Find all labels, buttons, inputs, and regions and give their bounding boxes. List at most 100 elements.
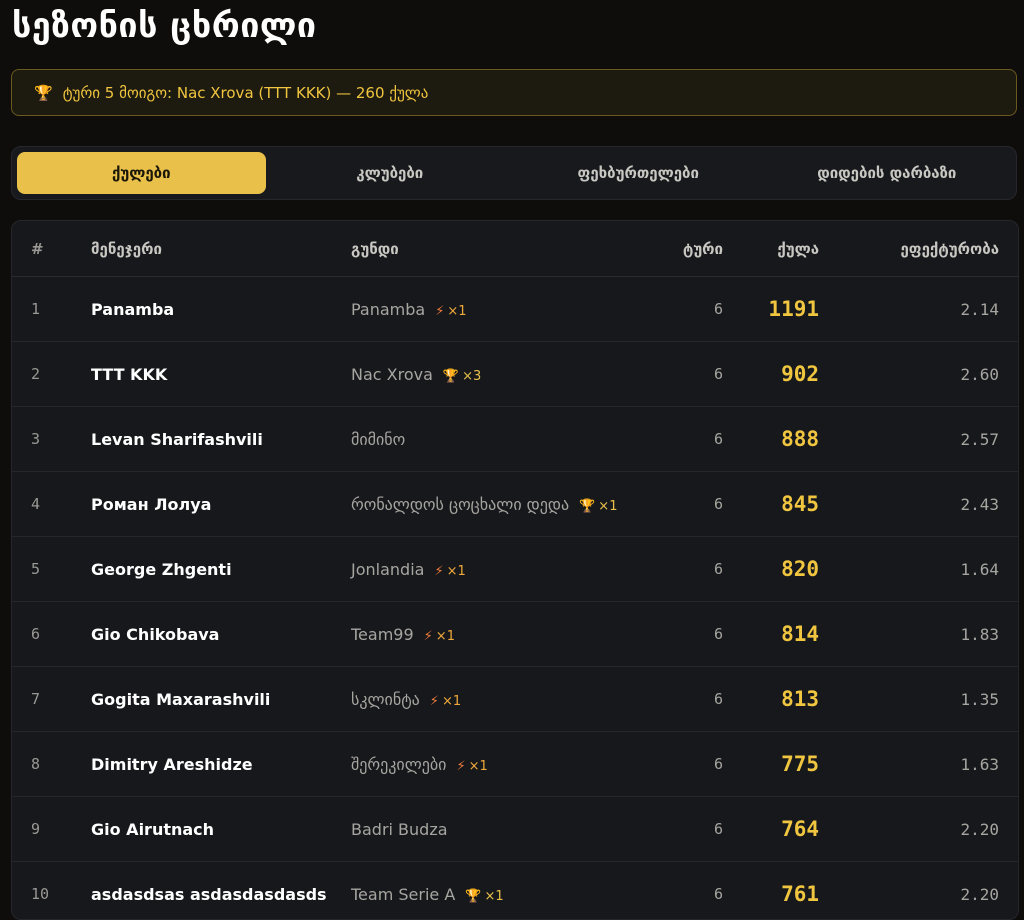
efficiency-cell: 1.64: [820, 537, 1018, 602]
header-efficiency[interactable]: ეფექტურობა: [820, 221, 1018, 277]
rank-cell: 1: [12, 277, 90, 342]
efficiency-cell: 2.14: [820, 277, 1018, 342]
header-manager[interactable]: მენეჯერი: [90, 221, 350, 277]
header-rank[interactable]: #: [12, 221, 90, 277]
tab-players[interactable]: ფეხბურთელები: [514, 152, 763, 194]
team-cell[interactable]: Team Serie A🏆×1: [350, 862, 642, 920]
manager-cell[interactable]: Gio Chikobava: [90, 602, 350, 667]
table-row[interactable]: 7Gogita Maxarashviliსკლინტა⚡×168131.35: [12, 667, 1018, 732]
tab-clubs[interactable]: კლუბები: [266, 152, 515, 194]
table-row[interactable]: 3Levan Sharifashviliმიმინო68882.57: [12, 407, 1018, 472]
round-winner-banner: 🏆 ტური 5 მოიგო: Nac Xrova (TTT KKK) — 26…: [11, 69, 1017, 116]
manager-cell[interactable]: Gio Airutnach: [90, 797, 350, 862]
team-award-badge: 🏆×1: [579, 499, 617, 514]
tour-cell: 6: [642, 277, 724, 342]
team-cell[interactable]: რონალდოს ცოცხალი დედა 🏆×1: [350, 472, 642, 537]
points-cell: 902: [724, 342, 820, 407]
standings-table: # მენეჯერი გუნდი ტური ქულა ეფექტურობა 1P…: [11, 220, 1019, 920]
team-cell[interactable]: სკლინტა⚡×1: [350, 667, 642, 732]
bolt-icon: ⚡: [434, 564, 443, 579]
team-name: Badri Budza: [351, 820, 448, 839]
efficiency-cell: 2.20: [820, 797, 1018, 862]
manager-cell[interactable]: George Zhgenti: [90, 537, 350, 602]
team-award-badge: 🏆×3: [443, 369, 481, 384]
team-award-badge: ⚡×1: [435, 304, 466, 319]
table-row[interactable]: 5George ZhgentiJonlandia⚡×168201.64: [12, 537, 1018, 602]
points-cell: 814: [724, 602, 820, 667]
tour-cell: 6: [642, 472, 724, 537]
manager-cell[interactable]: asdasdsas asdasdasdasds: [90, 862, 350, 920]
bolt-icon: ⚡: [435, 304, 444, 319]
team-award-badge: 🏆×1: [465, 889, 503, 904]
team-cell[interactable]: Badri Budza: [350, 797, 642, 862]
points-cell: 1191: [724, 277, 820, 342]
rank-cell: 3: [12, 407, 90, 472]
team-cell[interactable]: შერეკილები⚡×1: [350, 732, 642, 797]
bolt-icon: ⚡: [424, 629, 433, 644]
points-cell: 845: [724, 472, 820, 537]
points-cell: 761: [724, 862, 820, 920]
tour-cell: 6: [642, 797, 724, 862]
trophy-icon: 🏆: [443, 369, 459, 384]
team-cell[interactable]: Team99⚡×1: [350, 602, 642, 667]
efficiency-cell: 2.20: [820, 862, 1018, 920]
header-team[interactable]: გუნდი: [350, 221, 642, 277]
rank-cell: 4: [12, 472, 90, 537]
trophy-icon: 🏆: [579, 499, 595, 514]
manager-cell[interactable]: Panamba: [90, 277, 350, 342]
badge-count: ×1: [447, 304, 466, 319]
badge-count: ×1: [447, 564, 466, 579]
efficiency-cell: 2.43: [820, 472, 1018, 537]
team-cell[interactable]: Panamba ⚡×1: [350, 277, 642, 342]
team-name: Panamba: [351, 300, 425, 319]
manager-cell[interactable]: Dimitry Areshidze: [90, 732, 350, 797]
team-cell[interactable]: Jonlandia⚡×1: [350, 537, 642, 602]
bolt-icon: ⚡: [430, 694, 439, 709]
manager-cell[interactable]: Gogita Maxarashvili: [90, 667, 350, 732]
tour-cell: 6: [642, 602, 724, 667]
team-cell[interactable]: Nac Xrova 🏆×3: [350, 342, 642, 407]
team-name: Nac Xrova: [351, 365, 433, 384]
efficiency-cell: 1.63: [820, 732, 1018, 797]
team-award-badge: ⚡×1: [430, 694, 461, 709]
rank-cell: 6: [12, 602, 90, 667]
table-row[interactable]: 6Gio ChikobavaTeam99⚡×168141.83: [12, 602, 1018, 667]
team-name: შერეკილები: [351, 755, 446, 774]
manager-cell[interactable]: Levan Sharifashvili: [90, 407, 350, 472]
points-cell: 775: [724, 732, 820, 797]
tab-hall-of-fame[interactable]: დიდების დარბაზი: [763, 152, 1012, 194]
tab-points[interactable]: ქულები: [17, 152, 266, 194]
tour-cell: 6: [642, 537, 724, 602]
banner-text: ტური 5 მოიგო: Nac Xrova (TTT KKK) — 260 …: [63, 84, 429, 102]
rank-cell: 10: [12, 862, 90, 920]
table-row[interactable]: 10asdasdsas asdasdasdasdsTeam Serie A🏆×1…: [12, 862, 1018, 920]
rank-cell: 2: [12, 342, 90, 407]
tour-cell: 6: [642, 732, 724, 797]
trophy-icon: 🏆: [465, 889, 481, 904]
header-points[interactable]: ქულა: [724, 221, 820, 277]
header-tour[interactable]: ტური: [642, 221, 724, 277]
team-name: რონალდოს ცოცხალი დედა: [351, 495, 569, 514]
team-name: Team99: [351, 625, 414, 644]
table-row[interactable]: 4Роман Лолуаრონალდოს ცოცხალი დედა 🏆×1 6845…: [12, 472, 1018, 537]
points-cell: 764: [724, 797, 820, 862]
points-cell: 813: [724, 667, 820, 732]
team-cell[interactable]: მიმინო: [350, 407, 642, 472]
rank-cell: 7: [12, 667, 90, 732]
points-cell: 888: [724, 407, 820, 472]
table-row[interactable]: 2TTT KKKNac Xrova 🏆×3 69022.60: [12, 342, 1018, 407]
table-row[interactable]: 8Dimitry Areshidzeშერეკილები⚡×167751.63: [12, 732, 1018, 797]
tour-cell: 6: [642, 342, 724, 407]
manager-cell[interactable]: TTT KKK: [90, 342, 350, 407]
efficiency-cell: 2.60: [820, 342, 1018, 407]
tab-bar: ქულები კლუბები ფეხბურთელები დიდების დარბ…: [11, 146, 1017, 200]
trophy-icon: 🏆: [34, 84, 53, 102]
table-row[interactable]: 1PanambaPanamba⚡×1611912.14: [12, 277, 1018, 342]
rank-cell: 5: [12, 537, 90, 602]
efficiency-cell: 1.83: [820, 602, 1018, 667]
efficiency-cell: 1.35: [820, 667, 1018, 732]
rank-cell: 9: [12, 797, 90, 862]
table-row[interactable]: 9Gio AirutnachBadri Budza 67642.20: [12, 797, 1018, 862]
tour-cell: 6: [642, 862, 724, 920]
manager-cell[interactable]: Роман Лолуа: [90, 472, 350, 537]
